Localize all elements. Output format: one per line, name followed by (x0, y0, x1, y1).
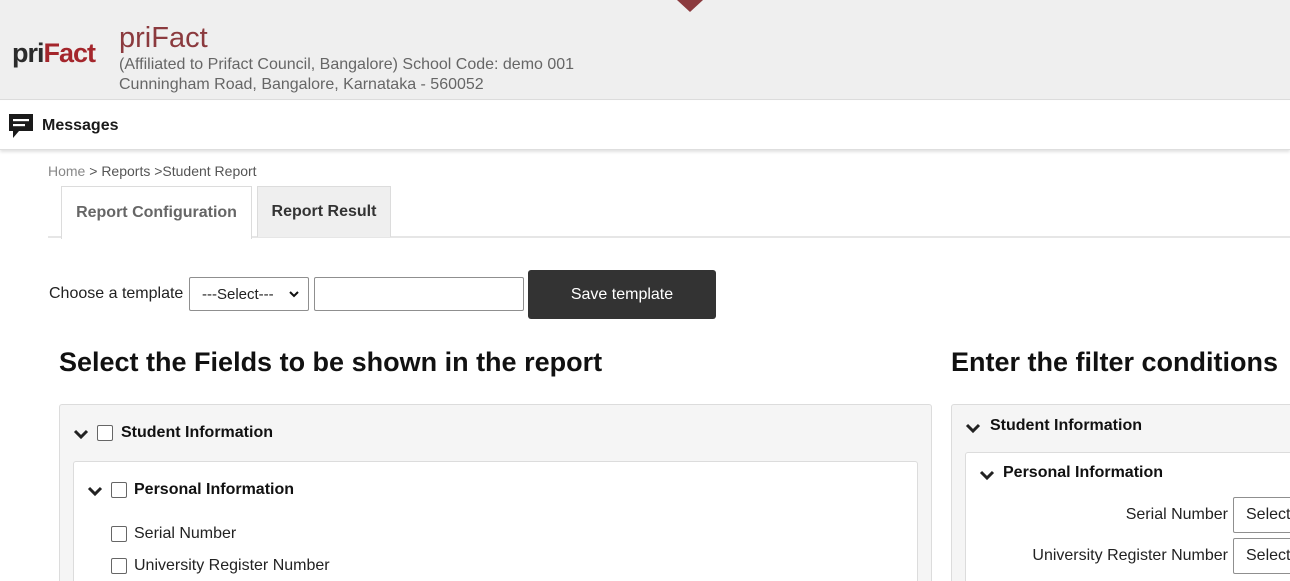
tab-report-result[interactable]: Report Result (257, 186, 391, 237)
serial-number-label: Serial Number (134, 525, 237, 542)
filter-serial-number-label: Serial Number (1125, 506, 1228, 523)
chevron-down-icon[interactable] (979, 468, 995, 481)
filter-serial-number-select-value: Select (1246, 506, 1290, 523)
school-name: priFact (119, 22, 208, 54)
filter-university-register-number-select-value: Select (1246, 547, 1290, 564)
breadcrumb-home[interactable]: Home (48, 163, 85, 179)
chevron-down-icon[interactable] (73, 427, 89, 440)
university-register-number-label: University Register Number (134, 557, 330, 574)
serial-number-checkbox[interactable] (111, 526, 127, 542)
school-affiliation: (Affiliated to Prifact Council, Bangalor… (119, 56, 575, 73)
messages-link[interactable]: Messages (42, 117, 119, 135)
student-information-checkbox[interactable] (97, 425, 113, 441)
app-header: priFact priFact (Affiliated to Prifact C… (0, 0, 1290, 100)
logo-text-pri: pri (12, 38, 45, 68)
template-select-value: ---Select--- (202, 285, 274, 303)
tab-report-configuration[interactable]: Report Configuration (61, 186, 252, 239)
chevron-down-icon[interactable] (965, 421, 981, 434)
messages-bar: Messages (0, 101, 1290, 150)
save-template-button[interactable]: Save template (528, 270, 716, 319)
template-name-input[interactable] (314, 277, 524, 311)
header-notch (677, 0, 703, 12)
filter-heading: Enter the filter conditions (951, 347, 1279, 377)
prifact-logo[interactable]: priFact (12, 38, 97, 69)
template-select[interactable]: ---Select--- (189, 277, 309, 311)
filter-university-register-number-select[interactable]: Select (1233, 538, 1290, 574)
personal-information-label: Personal Information (134, 481, 295, 498)
filter-serial-number-select[interactable]: Select (1233, 497, 1290, 533)
breadcrumb: Home > Reports >Student Report (48, 163, 257, 179)
student-information-label: Student Information (121, 424, 273, 441)
filter-student-information-label: Student Information (990, 417, 1142, 434)
chevron-down-icon[interactable] (87, 484, 103, 497)
chevron-down-icon (288, 287, 300, 299)
filter-personal-information-label: Personal Information (1003, 464, 1164, 481)
school-address: Cunningham Road, Bangalore, Karnataka - … (119, 76, 484, 93)
personal-information-checkbox[interactable] (111, 482, 127, 498)
breadcrumb-path: > Reports >Student Report (85, 163, 257, 179)
template-label: Choose a template (49, 285, 184, 302)
university-register-number-checkbox[interactable] (111, 558, 127, 574)
message-icon[interactable] (7, 112, 35, 140)
logo-text-fact: Fact (43, 38, 97, 68)
fields-heading: Select the Fields to be shown in the rep… (59, 347, 603, 377)
filter-university-register-number-label: University Register Number (1032, 547, 1228, 564)
